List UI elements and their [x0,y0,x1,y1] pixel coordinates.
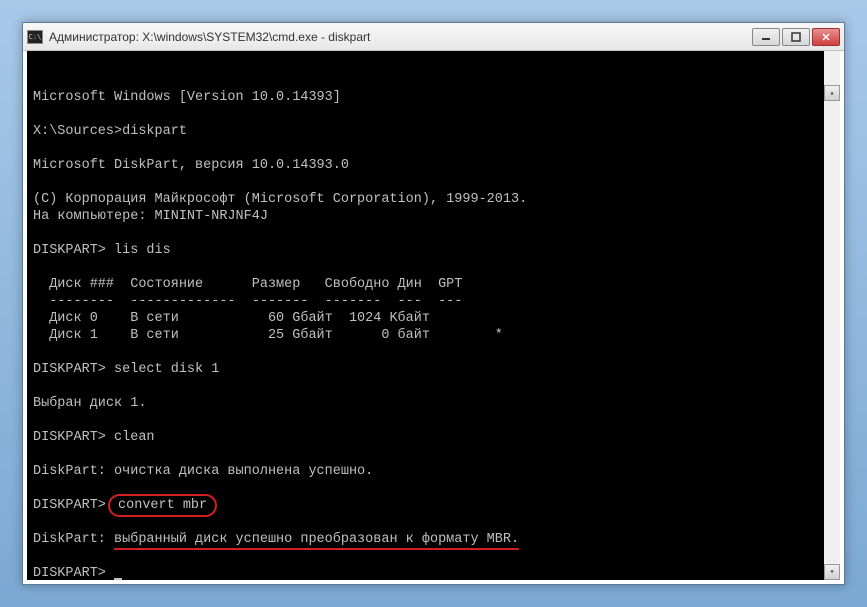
cmd-icon: C:\ [27,30,43,44]
line: Microsoft Windows [Version 10.0.14393] [33,90,341,105]
window-controls [752,28,840,46]
scroll-down-button[interactable]: ▾ [824,564,840,580]
cursor [114,578,122,581]
maximize-button[interactable] [782,28,810,46]
scrollbar[interactable]: ▴ ▾ [824,51,840,580]
prompt: DISKPART> [33,498,114,513]
highlight-underline [114,548,519,550]
line: Диск 0 В сети 60 Gбайт 1024 Kбайт [33,311,430,326]
scroll-up-button[interactable]: ▴ [824,85,840,101]
line: DISKPART> clean [33,430,155,445]
line: Диск ### Состояние Размер Свободно Дин G… [33,277,462,292]
line: Выбран диск 1. [33,396,146,411]
highlight-oval [108,494,217,517]
line: DiskPart: очистка диска выполнена успешн… [33,464,373,479]
minimize-icon [761,32,771,42]
minimize-button[interactable] [752,28,780,46]
console-output[interactable]: Microsoft Windows [Version 10.0.14393] X… [25,51,842,582]
window-title: Администратор: X:\windows\SYSTEM32\cmd.e… [49,30,752,44]
line: DISKPART> select disk 1 [33,362,219,377]
line: (C) Корпорация Майкрософт (Microsoft Cor… [33,192,527,207]
line: DISKPART> lis dis [33,243,171,258]
highlighted-message: выбранный диск успешно преобразован к фо… [114,532,519,547]
line: X:\Sources>diskpart [33,124,187,139]
highlighted-command: convert mbr [114,498,211,513]
close-button[interactable] [812,28,840,46]
line: На компьютере: MININT-NRJNF4J [33,209,268,224]
console-content: Microsoft Windows [Version 10.0.14393] X… [33,89,834,582]
line: Диск 1 В сети 25 Gбайт 0 байт * [33,328,503,343]
maximize-icon [791,32,801,42]
line: -------- ------------- ------- ------- -… [33,294,462,309]
prefix: DiskPart: [33,532,114,547]
cmd-window: C:\ Администратор: X:\windows\SYSTEM32\c… [22,22,845,585]
line: Microsoft DiskPart, версия 10.0.14393.0 [33,158,349,173]
titlebar[interactable]: C:\ Администратор: X:\windows\SYSTEM32\c… [23,23,844,51]
prompt: DISKPART> [33,566,114,581]
close-icon [821,32,831,42]
